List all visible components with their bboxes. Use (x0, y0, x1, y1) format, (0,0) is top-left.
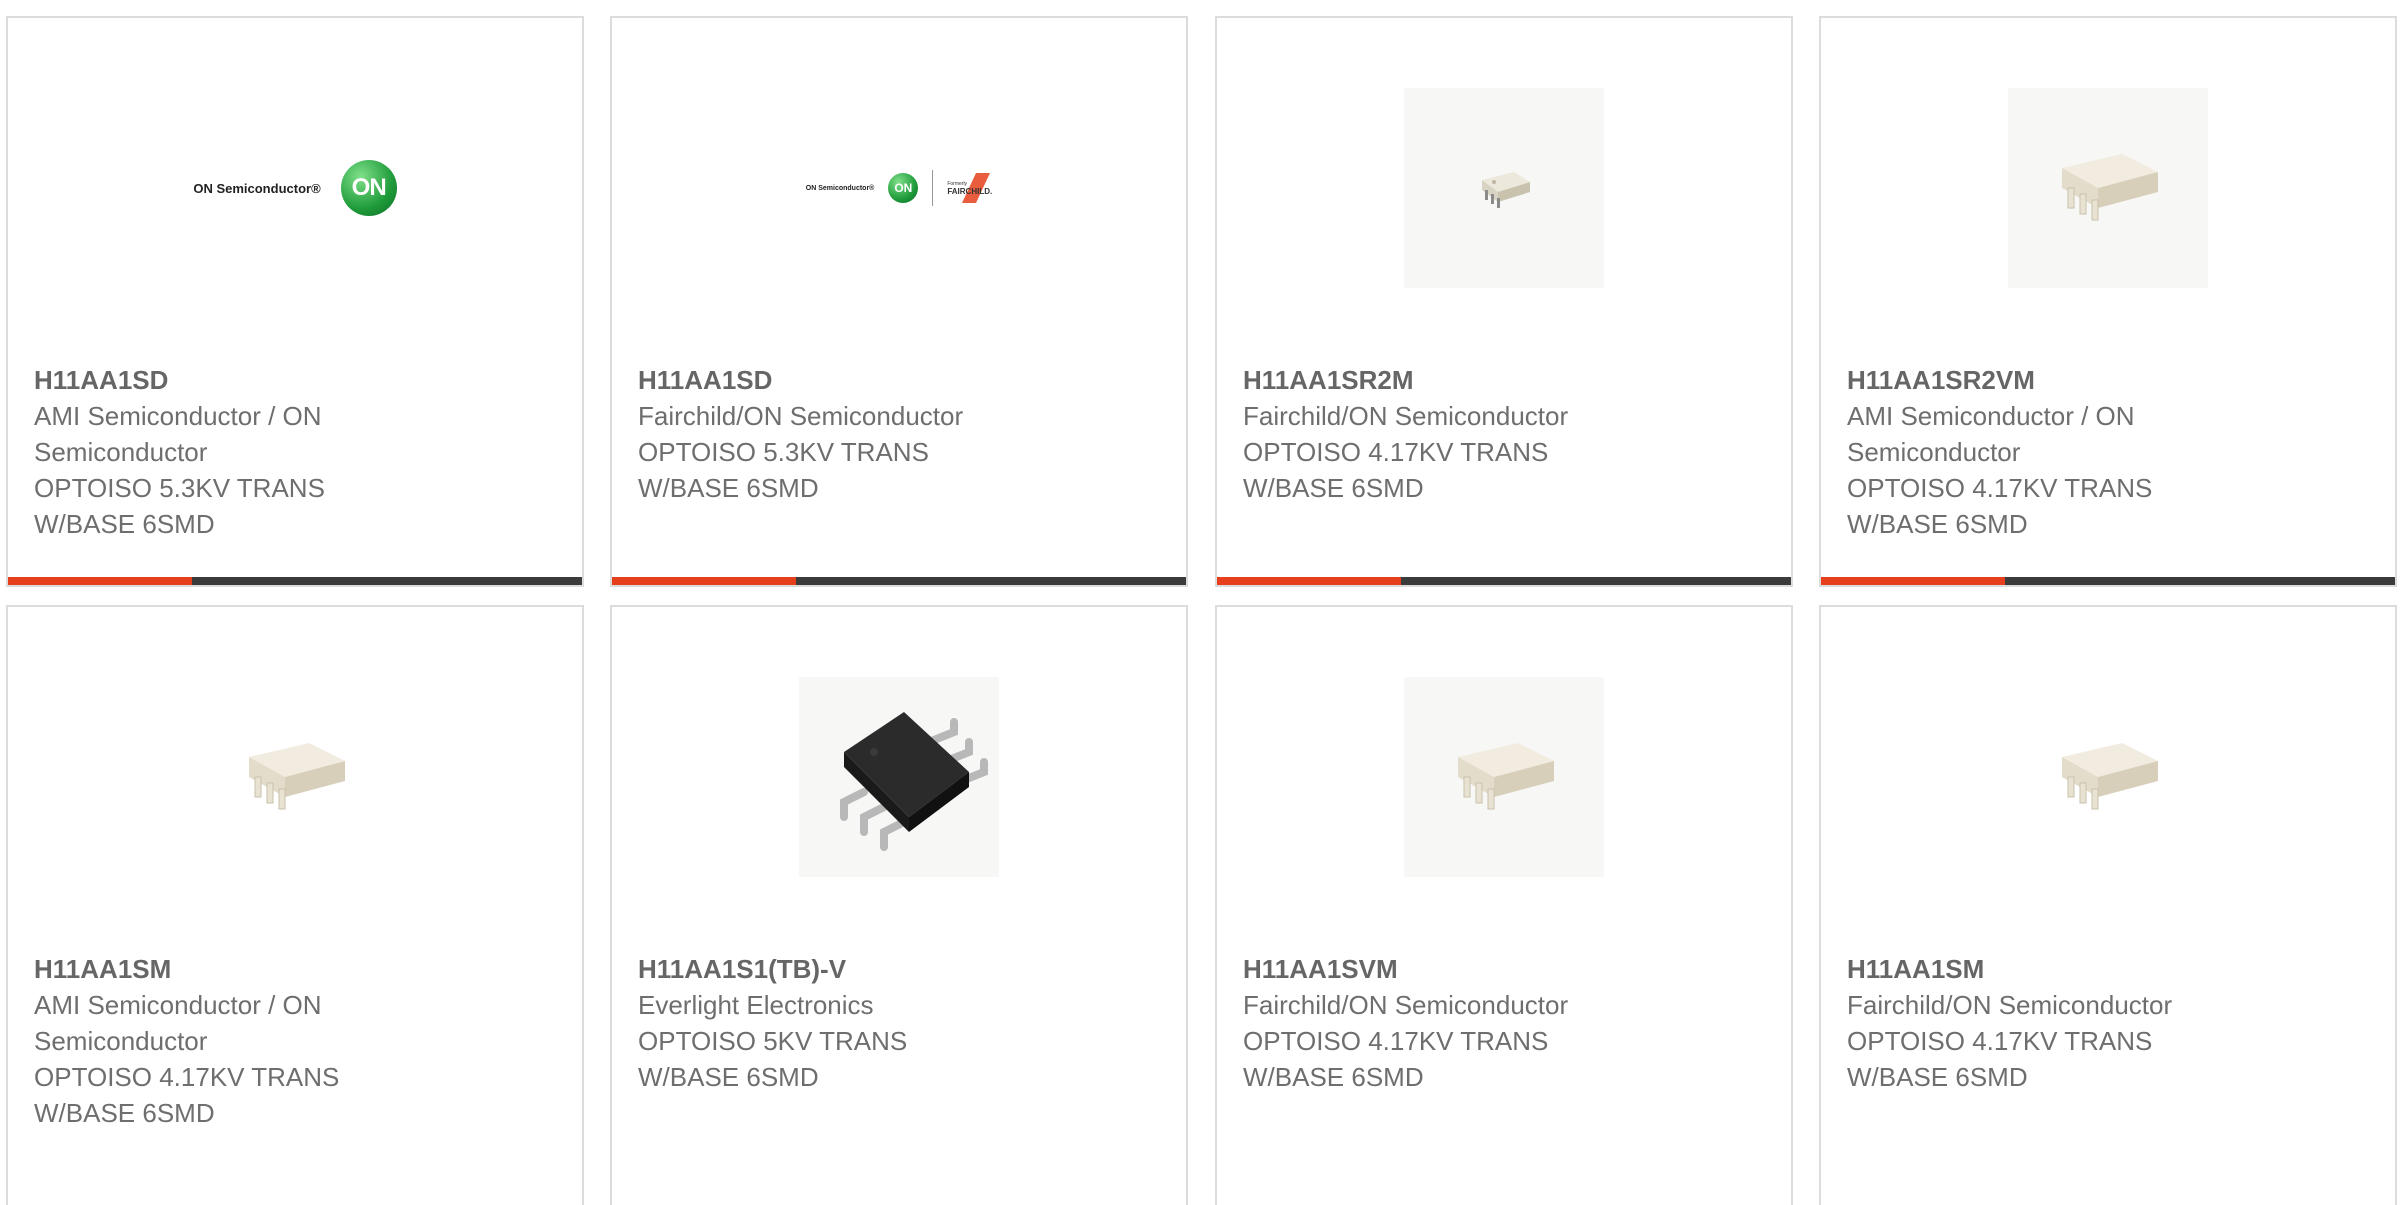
product-card[interactable]: ON Semiconductor® ON H11AA1SD AMI Semico… (6, 16, 584, 587)
manufacturer: Fairchild/ON Semiconductor (1243, 401, 1569, 431)
part-number[interactable]: H11AA1SR2M (1243, 362, 1603, 398)
product-info: H11AA1SM AMI Semiconductor / ON Semicond… (34, 951, 394, 1131)
description: OPTOISO 4.17KV TRANS W/BASE 6SMD (1847, 1026, 2153, 1092)
chip-small-photo (1404, 88, 1604, 288)
product-image[interactable] (8, 607, 582, 947)
part-number[interactable]: H11AA1SR2VM (1847, 362, 2207, 398)
product-info: H11AA1SVM Fairchild/ON Semiconductor OPT… (1243, 951, 1603, 1095)
product-info: H11AA1S1(TB)-V Everlight Electronics OPT… (638, 951, 998, 1095)
manufacturer: AMI Semiconductor / ON Semiconductor (1847, 401, 2135, 467)
product-card[interactable]: H11AA1SM AMI Semiconductor / ON Semicond… (6, 605, 584, 1205)
description: OPTOISO 5.3KV TRANS W/BASE 6SMD (34, 473, 325, 539)
product-image[interactable] (1217, 18, 1791, 358)
manufacturer: Everlight Electronics (638, 990, 874, 1020)
product-image[interactable] (1821, 18, 2395, 358)
product-info: H11AA1SR2M Fairchild/ON Semiconductor OP… (1243, 362, 1603, 506)
product-card[interactable]: H11AA1SM Fairchild/ON Semiconductor OPTO… (1819, 605, 2397, 1205)
part-number[interactable]: H11AA1SM (34, 951, 394, 987)
product-info: H11AA1SM Fairchild/ON Semiconductor OPTO… (1847, 951, 2207, 1095)
description: OPTOISO 4.17KV TRANS W/BASE 6SMD (1243, 1026, 1549, 1092)
card-footer-bar (612, 577, 1186, 585)
card-footer-bar (1217, 577, 1791, 585)
product-info: H11AA1SR2VM AMI Semiconductor / ON Semic… (1847, 362, 2207, 542)
chip-white-photo (195, 677, 395, 877)
fairchild-logo: Formerly FAIRCHILD. (947, 172, 992, 203)
logo-divider (932, 170, 934, 206)
product-image[interactable]: ON Semiconductor® ON Formerly FAIRCHILD. (612, 18, 1186, 358)
chip-white-photo (2008, 88, 2208, 288)
description: OPTOISO 5.3KV TRANS W/BASE 6SMD (638, 437, 929, 503)
manufacturer: Fairchild/ON Semiconductor (1847, 990, 2173, 1020)
part-number[interactable]: H11AA1S1(TB)-V (638, 951, 998, 987)
on-fairchild-logo: ON Semiconductor® ON Formerly FAIRCHILD. (806, 170, 992, 206)
description: OPTOISO 4.17KV TRANS W/BASE 6SMD (1847, 473, 2153, 539)
product-info: H11AA1SD Fairchild/ON Semiconductor OPTO… (638, 362, 998, 506)
product-card[interactable]: H11AA1SR2M Fairchild/ON Semiconductor OP… (1215, 16, 1793, 587)
description: OPTOISO 5KV TRANS W/BASE 6SMD (638, 1026, 908, 1092)
product-card[interactable]: ON Semiconductor® ON Formerly FAIRCHILD.… (610, 16, 1188, 587)
part-number[interactable]: H11AA1SM (1847, 951, 2207, 987)
product-info: H11AA1SD AMI Semiconductor / ON Semicond… (34, 362, 394, 542)
card-footer-bar (8, 577, 582, 585)
product-card[interactable]: H11AA1S1(TB)-V Everlight Electronics OPT… (610, 605, 1188, 1205)
chip-black-photo (799, 677, 999, 877)
manufacturer: Fairchild/ON Semiconductor (1243, 990, 1569, 1020)
manufacturer: AMI Semiconductor / ON Semiconductor (34, 401, 322, 467)
product-card[interactable]: H11AA1SR2VM AMI Semiconductor / ON Semic… (1819, 16, 2397, 587)
card-footer-bar (1821, 577, 2395, 585)
part-number[interactable]: H11AA1SD (34, 362, 394, 398)
product-card[interactable]: H11AA1SVM Fairchild/ON Semiconductor OPT… (1215, 605, 1793, 1205)
part-number[interactable]: H11AA1SVM (1243, 951, 1603, 987)
product-grid: ON Semiconductor® ON H11AA1SD AMI Semico… (0, 0, 2400, 1205)
on-semiconductor-logo: ON Semiconductor® ON (193, 160, 397, 216)
product-image[interactable]: ON Semiconductor® ON (8, 18, 582, 358)
manufacturer: Fairchild/ON Semiconductor (638, 401, 964, 431)
part-number[interactable]: H11AA1SD (638, 362, 998, 398)
manufacturer: AMI Semiconductor / ON Semiconductor (34, 990, 322, 1056)
chip-white-photo (1404, 677, 1604, 877)
product-image[interactable] (1821, 607, 2395, 947)
description: OPTOISO 4.17KV TRANS W/BASE 6SMD (34, 1062, 340, 1128)
chip-white-photo (2008, 677, 2208, 877)
description: OPTOISO 4.17KV TRANS W/BASE 6SMD (1243, 437, 1549, 503)
product-image[interactable] (1217, 607, 1791, 947)
product-image[interactable] (612, 607, 1186, 947)
